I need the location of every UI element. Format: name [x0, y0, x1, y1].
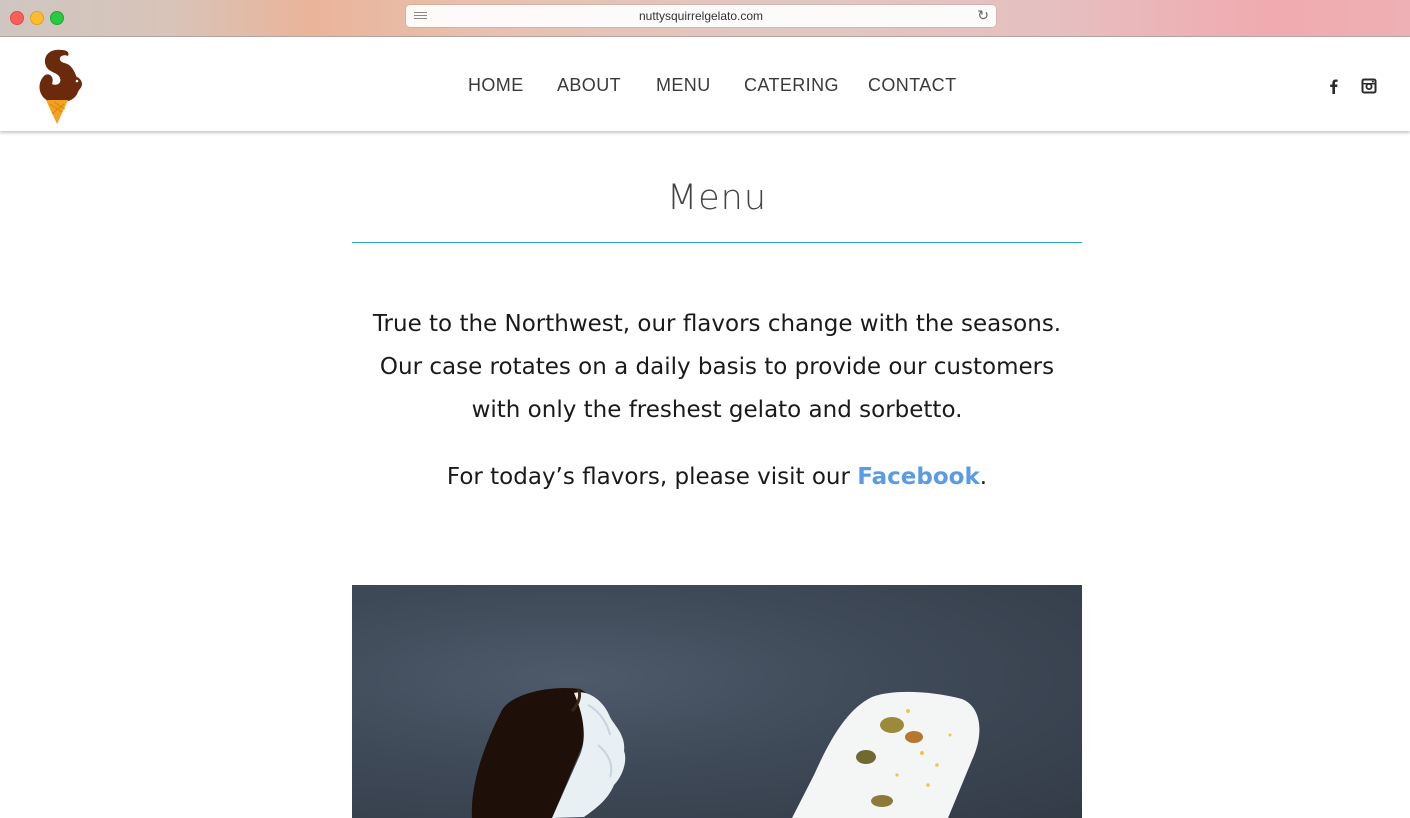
facebook-link[interactable]: Facebook	[857, 464, 979, 490]
close-window-button[interactable]	[10, 11, 24, 25]
flavors-prefix: For today’s flavors, please visit our	[446, 464, 858, 490]
reload-icon[interactable]: ↻	[977, 8, 989, 24]
minimize-window-button[interactable]	[30, 11, 44, 25]
url-text: nuttysquirrelgelato.com	[638, 9, 764, 23]
page-title: Menu	[666, 178, 768, 218]
nav-catering[interactable]: CATERING	[744, 75, 839, 96]
pistachio-bar	[792, 691, 980, 818]
zoom-window-button[interactable]	[50, 11, 64, 25]
todays-flavors-text: For today’s flavors, please visit our Fa…	[352, 464, 1082, 490]
gelato-bars-photo	[352, 585, 1082, 818]
instagram-icon[interactable]	[1361, 78, 1377, 94]
browser-toolbar: nuttysquirrelgelato.com ↻	[0, 0, 1410, 37]
flavors-suffix: .	[979, 464, 988, 490]
gelato-bars-illustration	[471, 687, 980, 818]
address-bar[interactable]: nuttysquirrelgelato.com ↻	[406, 5, 996, 27]
nav-menu[interactable]: MENU	[656, 75, 711, 96]
site-header: HOME ABOUT MENU CATERING CONTACT	[0, 37, 1410, 131]
facebook-icon[interactable]	[1326, 78, 1342, 94]
squirrel-cone-logo[interactable]	[32, 46, 90, 124]
menu-intro-text: True to the Northwest, our flavors chang…	[372, 311, 1062, 423]
title-divider	[352, 242, 1082, 243]
nav-contact[interactable]: CONTACT	[868, 75, 956, 96]
nav-home[interactable]: HOME	[468, 75, 524, 96]
chocolate-dipped-bar	[471, 687, 626, 818]
nav-about[interactable]: ABOUT	[557, 75, 621, 96]
